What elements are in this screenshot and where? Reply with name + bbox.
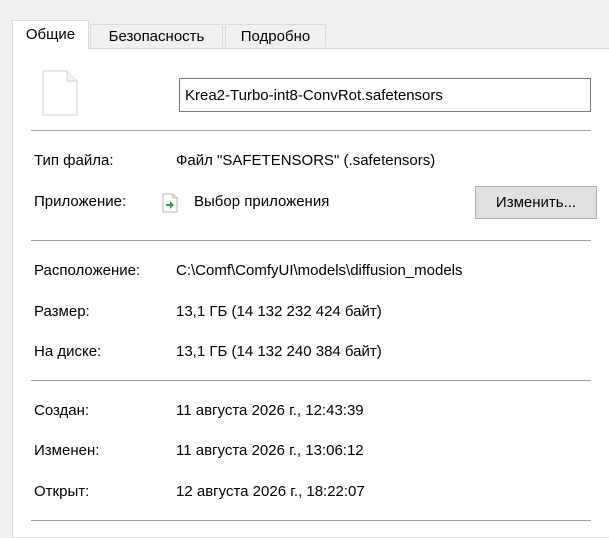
change-app-button[interactable]: Изменить... bbox=[475, 186, 597, 219]
size-label: Размер: bbox=[34, 303, 90, 320]
size-on-disk-value: 13,1 ГБ (14 132 240 384 байт) bbox=[176, 343, 382, 360]
tab-security[interactable]: Безопасность bbox=[90, 24, 223, 47]
tab-general[interactable]: Общие bbox=[12, 20, 89, 49]
accessed-value: 12 августа 2026 г., 18:22:07 bbox=[176, 483, 365, 500]
created-label: Создан: bbox=[34, 402, 90, 419]
file-name-field[interactable] bbox=[179, 78, 591, 112]
open-with-icon bbox=[162, 193, 178, 213]
size-value: 13,1 ГБ (14 132 232 424 байт) bbox=[176, 303, 382, 320]
application-value: Выбор приложения bbox=[194, 193, 330, 210]
location-label: Расположение: bbox=[34, 262, 141, 279]
separator bbox=[31, 380, 591, 381]
file-type-label: Тип файла: bbox=[34, 152, 114, 169]
separator bbox=[31, 520, 591, 521]
size-on-disk-label: На диске: bbox=[34, 343, 102, 360]
separator bbox=[31, 240, 591, 241]
tab-details[interactable]: Подробно bbox=[225, 24, 326, 47]
application-label: Приложение: bbox=[34, 193, 127, 210]
blank-document-icon bbox=[42, 70, 78, 116]
modified-label: Изменен: bbox=[34, 442, 100, 459]
file-type-value: Файл "SAFETENSORS" (.safetensors) bbox=[176, 152, 436, 169]
modified-value: 11 августа 2026 г., 13:06:12 bbox=[176, 442, 364, 459]
location-value: C:\Comf\ComfyUI\models\diffusion_models bbox=[176, 262, 463, 279]
created-value: 11 августа 2026 г., 12:43:39 bbox=[176, 402, 364, 419]
separator bbox=[31, 130, 591, 131]
accessed-label: Открыт: bbox=[34, 483, 90, 500]
tab-strip: Безопасность Подробно Общие bbox=[0, 0, 609, 49]
general-panel bbox=[12, 48, 609, 538]
